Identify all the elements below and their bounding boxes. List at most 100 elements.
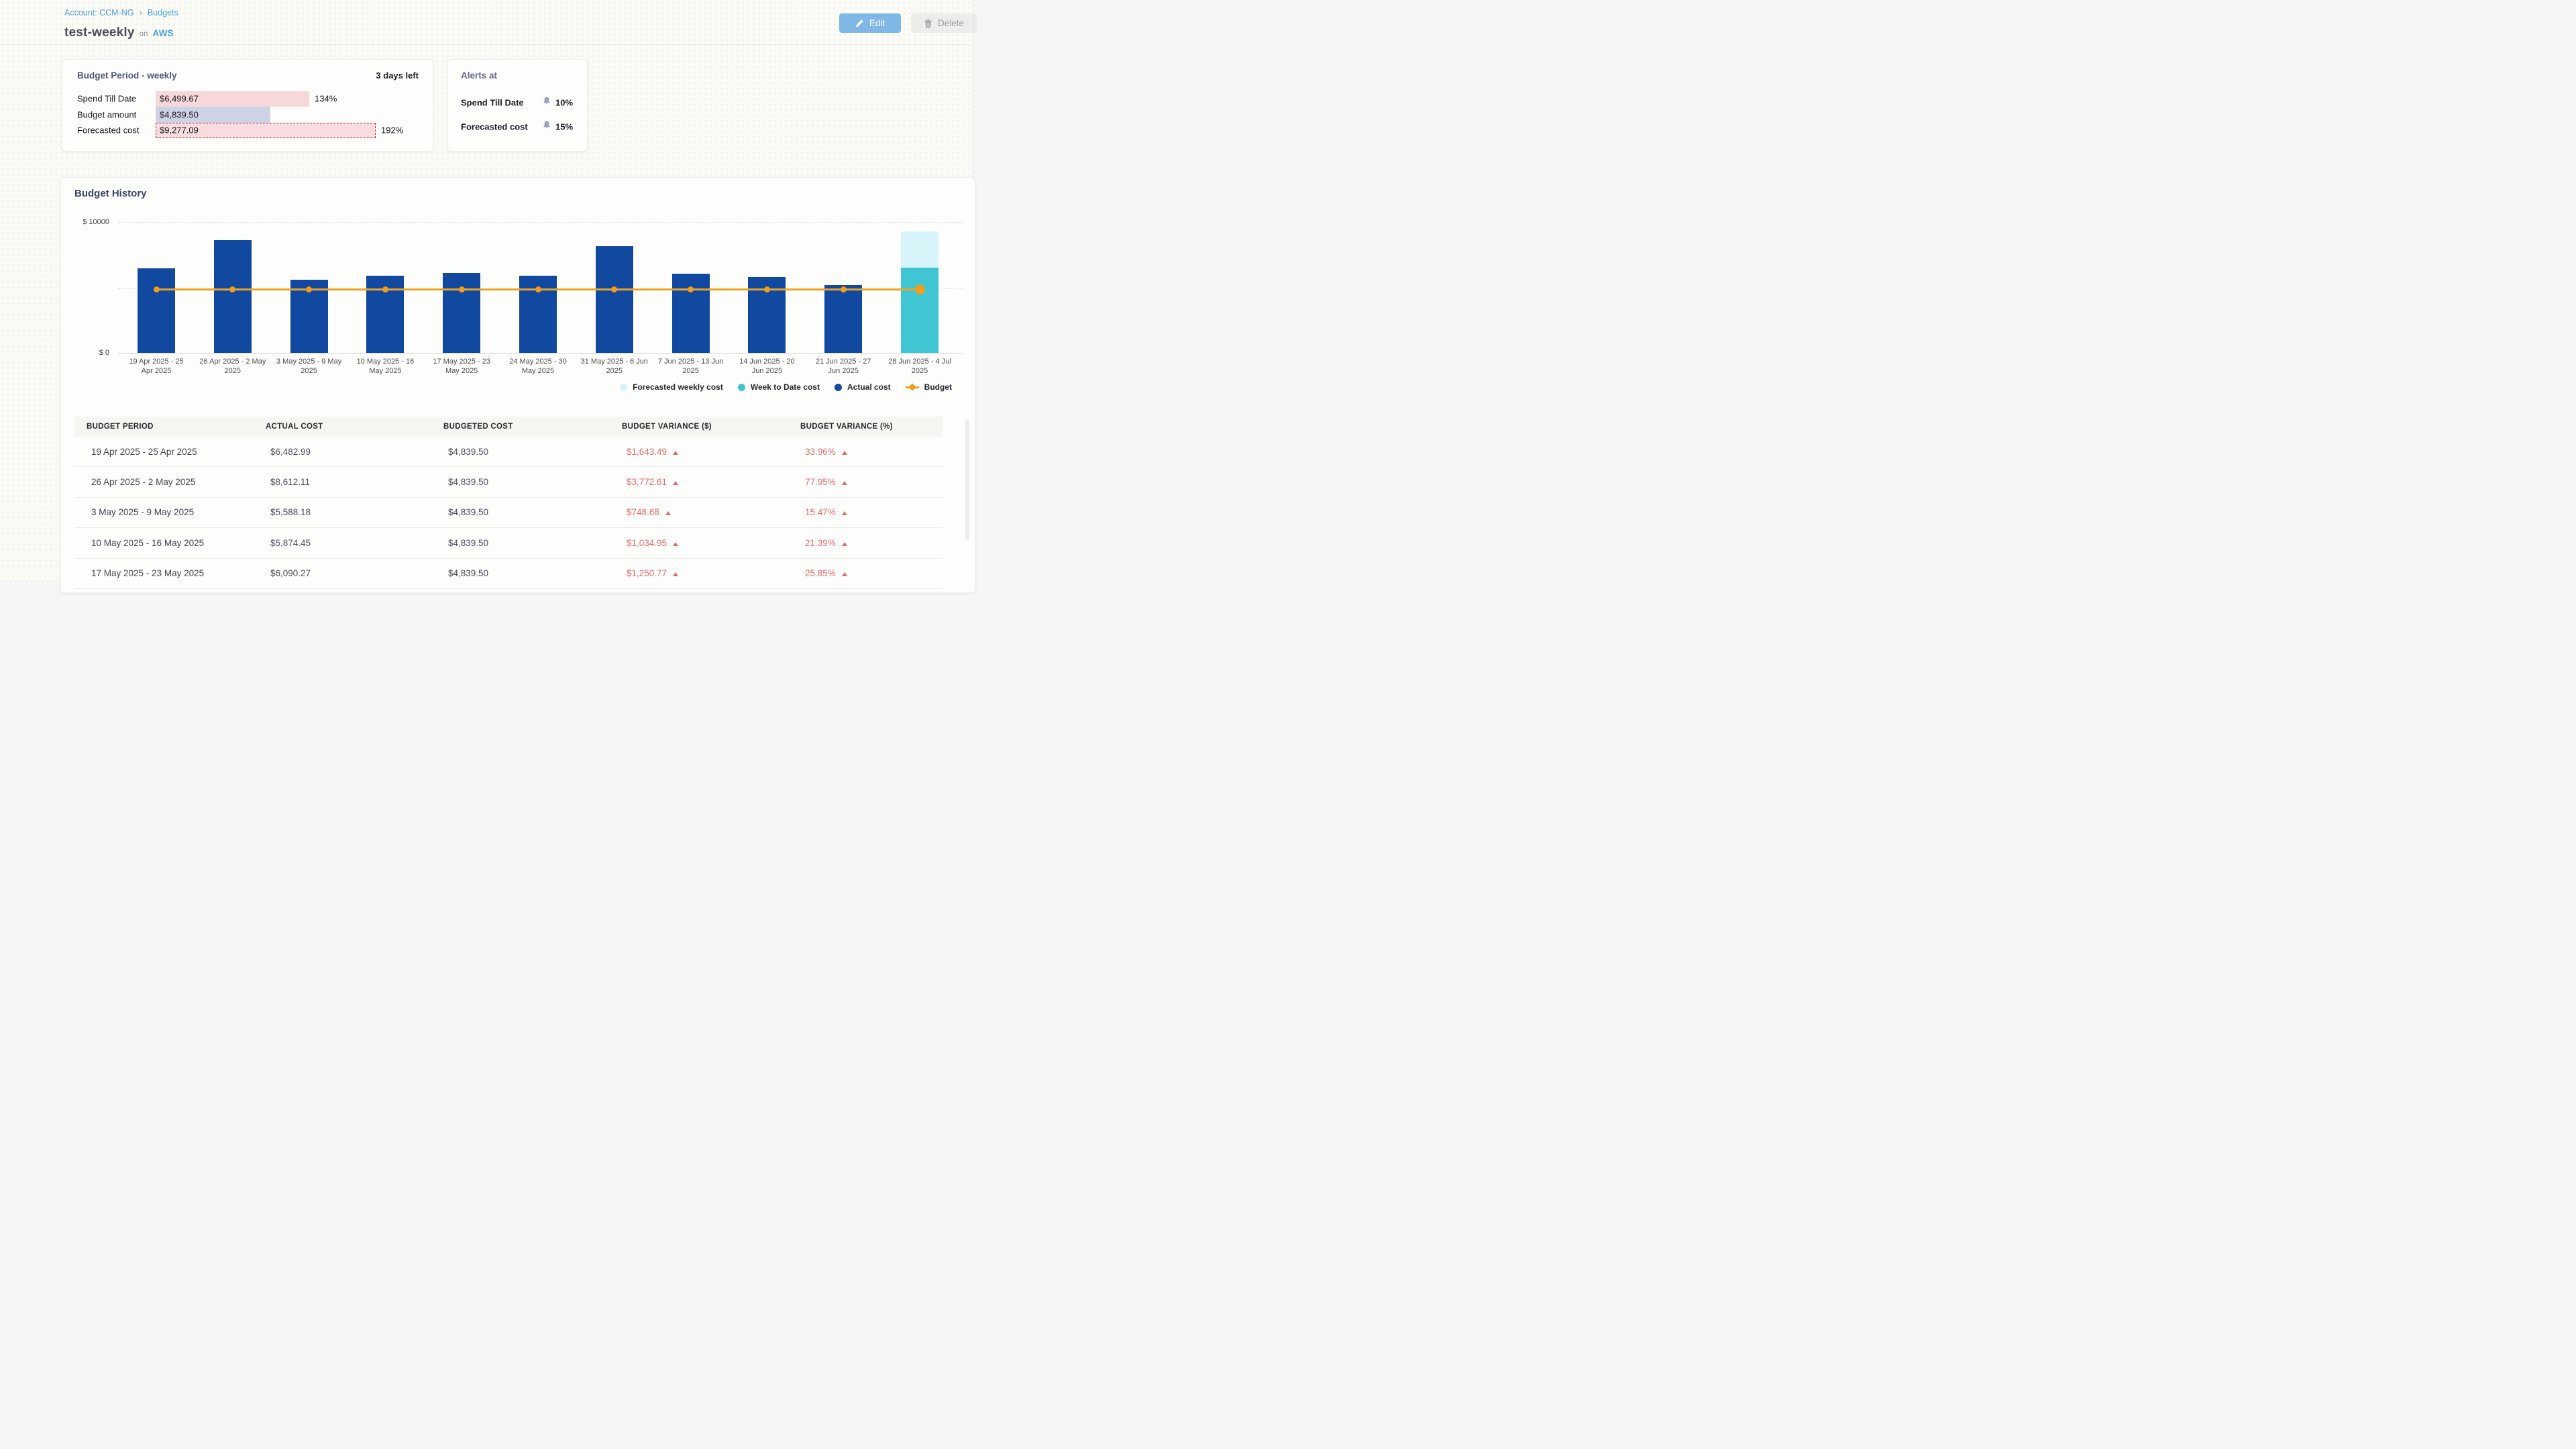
- budget-period-row: Forecasted cost$9,277.09192%: [62, 123, 433, 139]
- budget-point[interactable]: [841, 286, 847, 292]
- budget-period-row: Budget amount$4,839.50: [62, 107, 433, 123]
- bar-actual-cost[interactable]: [214, 240, 252, 353]
- legend-dot-icon: [620, 384, 627, 391]
- x-axis-line: [118, 353, 963, 354]
- cell-budget-period: 26 Apr 2025 - 2 May 2025: [91, 477, 270, 487]
- forecast-percentage: 192%: [381, 125, 403, 136]
- bar-week-to-date-cost[interactable]: [901, 268, 938, 353]
- budget-period-card-title: Budget Period - weekly: [77, 70, 177, 80]
- budget-history-table: BUDGET PERIODACTUAL COSTBUDGETED COSTBUD…: [74, 417, 943, 589]
- bar-actual-cost[interactable]: [672, 274, 710, 353]
- triangle-up-icon: [673, 481, 678, 485]
- trash-icon: [924, 19, 932, 28]
- table-row: 26 Apr 2025 - 2 May 2025$8,612.11$4,839.…: [74, 467, 943, 497]
- gridline-10000: [118, 222, 963, 223]
- legend-label: Forecasted weekly cost: [633, 382, 723, 392]
- cell-budgeted-cost: $4,839.50: [448, 507, 627, 517]
- cell-budget-period: 10 May 2025 - 16 May 2025: [91, 538, 270, 548]
- triangle-up-icon: [842, 542, 847, 546]
- cell-budget-variance-pct: 15.47%: [805, 507, 943, 517]
- table-header-cell: ACTUAL COST: [266, 423, 443, 431]
- alert-row: Spend Till Date10%: [448, 96, 587, 109]
- x-axis-label: 3 May 2025 - 9 May2025: [269, 357, 350, 376]
- alerts-card: Alerts at Spend Till Date10%Forecasted c…: [447, 59, 588, 152]
- on-label: on: [140, 30, 148, 38]
- legend-item[interactable]: Forecasted weekly cost: [620, 382, 723, 392]
- budget-period-row-label: Spend Till Date: [77, 94, 136, 104]
- table-header-cell: BUDGET VARIANCE (%): [800, 423, 943, 431]
- delete-button-label: Delete: [938, 18, 964, 28]
- cell-actual-cost: $8,612.11: [270, 477, 448, 487]
- cell-budgeted-cost: $4,839.50: [448, 447, 627, 457]
- chart-legend: Forecasted weekly cost Week to Date cost A…: [620, 382, 952, 392]
- bar-forecasted-weekly-cost[interactable]: [901, 231, 938, 268]
- cell-budget-period: 17 May 2025 - 23 May 2025: [91, 568, 270, 578]
- budget-period-row-label: Budget amount: [77, 109, 136, 119]
- table-header-cell: BUDGET PERIOD: [87, 423, 266, 431]
- table-row: 3 May 2025 - 9 May 2025$5,588.18$4,839.5…: [74, 498, 943, 528]
- page-title: test-weekly: [64, 25, 135, 40]
- table-row: 17 May 2025 - 23 May 2025$6,090.27$4,839…: [74, 559, 943, 589]
- table-scrollbar[interactable]: [965, 419, 969, 540]
- spend-percentage: 134%: [315, 94, 337, 104]
- triangle-up-icon: [665, 511, 671, 515]
- legend-item[interactable]: Week to Date cost: [738, 382, 820, 392]
- breadcrumb-budgets-link[interactable]: Budgets: [148, 8, 178, 17]
- cell-budgeted-cost: $4,839.50: [448, 477, 627, 487]
- title-row: test-weekly on AWS: [64, 25, 174, 40]
- cell-budget-variance-pct: 77.95%: [805, 477, 943, 487]
- triangle-up-icon: [673, 451, 678, 455]
- table-row: 10 May 2025 - 16 May 2025$5,874.45$4,839…: [74, 528, 943, 558]
- cell-budget-variance-pct: 33.96%: [805, 447, 943, 457]
- y-axis-label-min: $ 0: [70, 349, 109, 357]
- budget-point[interactable]: [915, 284, 925, 294]
- platform-label: AWS: [152, 28, 174, 38]
- bar-actual-cost[interactable]: [443, 273, 480, 353]
- triangle-up-icon: [842, 481, 847, 485]
- legend-label: Budget: [924, 382, 952, 392]
- budget-point[interactable]: [535, 286, 541, 292]
- budget-period-row: Spend Till Date$6,499.67134%: [62, 91, 433, 107]
- bar-actual-cost[interactable]: [138, 268, 175, 353]
- budget-point[interactable]: [459, 286, 465, 292]
- x-axis-label: 24 May 2025 - 30May 2025: [498, 357, 578, 376]
- alert-threshold-value: 15%: [555, 122, 573, 132]
- edit-button[interactable]: Edit: [839, 13, 901, 33]
- legend-label: Actual cost: [847, 382, 891, 392]
- table-body: 19 Apr 2025 - 25 Apr 2025$6,482.99$4,839…: [74, 437, 943, 589]
- alert-row-label: Forecasted cost: [461, 122, 528, 132]
- budget-point[interactable]: [154, 286, 160, 292]
- x-axis-label: 7 Jun 2025 - 13 Jun2025: [651, 357, 731, 376]
- edit-button-label: Edit: [869, 18, 885, 28]
- legend-item[interactable]: Actual cost: [835, 382, 891, 392]
- chevron-right-icon: ›: [140, 7, 142, 17]
- bar-actual-cost[interactable]: [596, 246, 633, 353]
- y-axis-label-max: $ 10000: [70, 218, 109, 226]
- bell-icon: [543, 121, 551, 133]
- alert-row: Forecasted cost 15%: [448, 120, 587, 133]
- legend-dot-icon: [738, 384, 745, 391]
- breadcrumb-account-link[interactable]: Account: CCM-NG: [64, 8, 134, 17]
- budget-period-card: Budget Period - weekly 3 days left Spend…: [62, 59, 433, 152]
- budget-legend-diamond: [908, 383, 916, 390]
- bar-actual-cost[interactable]: [824, 285, 862, 353]
- x-axis-label: 28 Jun 2025 - 4 Jul2025: [879, 357, 960, 376]
- x-axis-label: 26 Apr 2025 - 2 May2025: [193, 357, 273, 376]
- triangle-up-icon: [842, 572, 847, 576]
- cell-budgeted-cost: $4,839.50: [448, 538, 627, 548]
- budget-point[interactable]: [382, 286, 388, 292]
- budget-point[interactable]: [764, 286, 770, 292]
- bell-icon: [543, 97, 551, 109]
- triangle-up-icon: [673, 572, 678, 576]
- main-content-area: Account: CCM-NG › Budgets test-weekly on…: [0, 0, 973, 580]
- triangle-up-icon: [842, 511, 847, 515]
- x-axis-label: 17 May 2025 - 23May 2025: [421, 357, 502, 376]
- delete-button[interactable]: Delete: [911, 13, 977, 33]
- table-header-row: BUDGET PERIODACTUAL COSTBUDGETED COSTBUD…: [74, 417, 943, 437]
- legend-item[interactable]: Budget: [906, 382, 952, 392]
- table-header-cell: BUDGET VARIANCE ($): [622, 423, 800, 431]
- cell-budget-variance-usd: $3,772.61: [627, 477, 805, 487]
- budget-period-row-label: Forecasted cost: [77, 125, 140, 136]
- breadcrumb: Account: CCM-NG › Budgets: [64, 7, 178, 17]
- pencil-icon: [855, 19, 864, 28]
